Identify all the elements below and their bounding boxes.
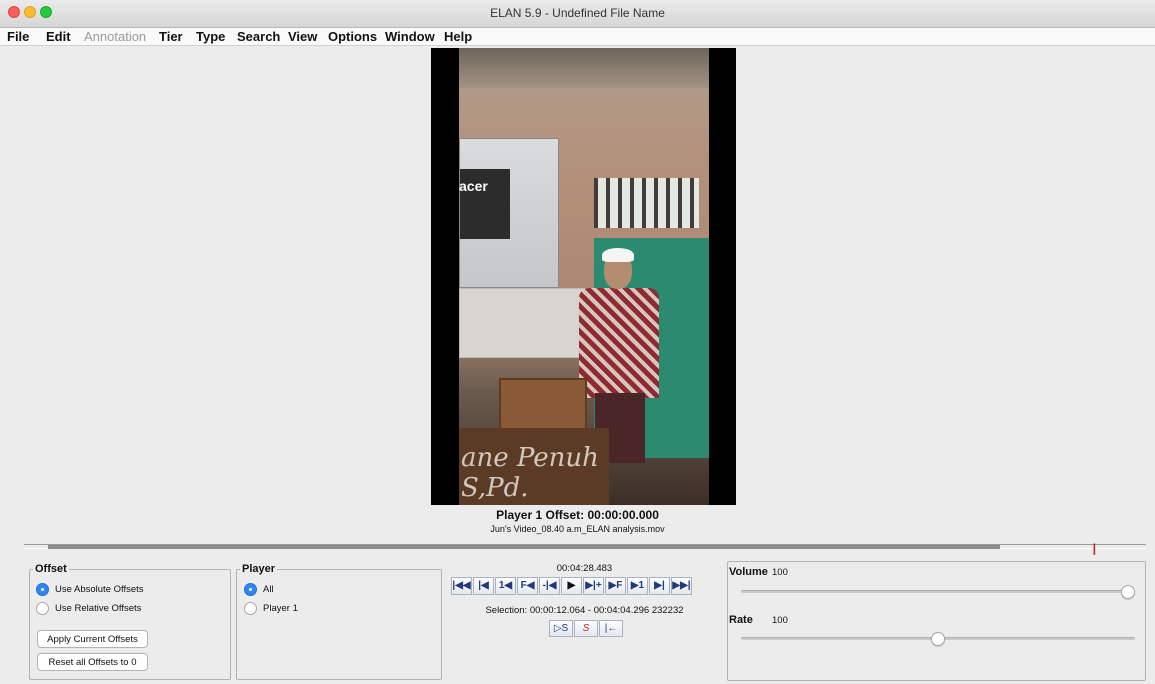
rate-slider-thumb[interactable] xyxy=(931,632,945,646)
volume-label: Volume xyxy=(729,566,768,578)
player-offset-label: Player 1 Offset: 00:00:00.000 xyxy=(496,508,659,522)
menu-file[interactable]: File xyxy=(7,29,29,44)
rate-value: 100 xyxy=(772,615,788,626)
radio-checked-icon xyxy=(36,582,49,596)
radio-label: All xyxy=(263,583,274,595)
window-title: ELAN 5.9 - Undefined File Name xyxy=(490,6,665,20)
previous-scrollview-button[interactable]: |◀ xyxy=(473,577,494,595)
selection-range: Selection: 00:00:12.064 - 00:04:04.296 2… xyxy=(485,605,684,616)
playback-controls: |◀◀ |◀ 1◀ F◀ -|◀ ▶ ▶|+ ▶F ▶1 ▶| ▶▶| xyxy=(451,577,693,595)
next-frame-button[interactable]: ▶F xyxy=(605,577,626,595)
player-panel-title: Player xyxy=(242,563,276,575)
player-all-radio[interactable]: All xyxy=(244,581,274,597)
radio-label: Player 1 xyxy=(263,602,298,614)
projector-logo: acer xyxy=(459,178,488,194)
selection-controls: ▷S S |← xyxy=(549,620,624,638)
menu-bar: File Edit Annotation Tier Type Search Vi… xyxy=(0,28,1155,46)
radio-label: Use Relative Offsets xyxy=(55,602,142,614)
offset-panel-title: Offset xyxy=(35,563,67,575)
clear-selection-button[interactable]: S xyxy=(574,620,598,637)
reset-offsets-button[interactable]: Reset all Offsets to 0 xyxy=(37,653,148,671)
media-file-name: Jun's Video_08.40 a.m_ELAN analysis.mov xyxy=(490,524,665,534)
volume-value: 100 xyxy=(772,567,788,578)
menu-edit[interactable]: Edit xyxy=(46,29,71,44)
menu-help[interactable]: Help xyxy=(444,29,472,44)
next-scrollview-button[interactable]: ▶| xyxy=(649,577,670,595)
video-player[interactable]: acer ane Penuh S,Pd. xyxy=(431,48,736,505)
video-frame: acer ane Penuh S,Pd. xyxy=(459,48,709,505)
menu-view[interactable]: View xyxy=(288,29,317,44)
player-1-radio[interactable]: Player 1 xyxy=(244,600,298,616)
menu-type[interactable]: Type xyxy=(196,29,225,44)
menu-options[interactable]: Options xyxy=(328,29,377,44)
volume-track[interactable] xyxy=(741,590,1135,593)
go-to-begin-button[interactable]: |◀◀ xyxy=(451,577,472,595)
title-bar: ELAN 5.9 - Undefined File Name xyxy=(0,0,1155,28)
timeline-selection[interactable] xyxy=(48,545,1000,549)
menu-search[interactable]: Search xyxy=(237,29,280,44)
rate-label: Rate xyxy=(729,614,753,626)
use-absolute-offsets-radio[interactable]: Use Absolute Offsets xyxy=(36,581,144,597)
previous-pixel-button[interactable]: -|◀ xyxy=(539,577,560,595)
radio-unchecked-icon xyxy=(36,601,49,615)
apply-current-offsets-button[interactable]: Apply Current Offsets xyxy=(37,630,148,648)
volume-slider-thumb[interactable] xyxy=(1121,585,1135,599)
radio-label: Use Absolute Offsets xyxy=(55,583,144,595)
play-selection-button[interactable]: ▷S xyxy=(549,620,573,637)
radio-checked-icon xyxy=(244,582,257,596)
play-pause-button[interactable]: ▶ xyxy=(561,577,582,595)
next-second-button[interactable]: ▶1 xyxy=(627,577,648,595)
use-relative-offsets-radio[interactable]: Use Relative Offsets xyxy=(36,600,141,616)
menu-annotation[interactable]: Annotation xyxy=(84,29,146,44)
radio-unchecked-icon xyxy=(244,601,257,615)
menu-window[interactable]: Window xyxy=(385,29,435,44)
previous-second-button[interactable]: 1◀ xyxy=(495,577,516,595)
selection-mode-button[interactable]: |← xyxy=(599,620,623,637)
menu-tier[interactable]: Tier xyxy=(159,29,183,44)
go-to-end-button[interactable]: ▶▶| xyxy=(671,577,692,595)
text-cursor-icon: I xyxy=(1092,540,1097,559)
next-pixel-button[interactable]: ▶|+ xyxy=(583,577,604,595)
volume-rate-panel xyxy=(727,561,1146,681)
previous-frame-button[interactable]: F◀ xyxy=(517,577,538,595)
current-time: 00:04:28.483 xyxy=(556,563,613,574)
